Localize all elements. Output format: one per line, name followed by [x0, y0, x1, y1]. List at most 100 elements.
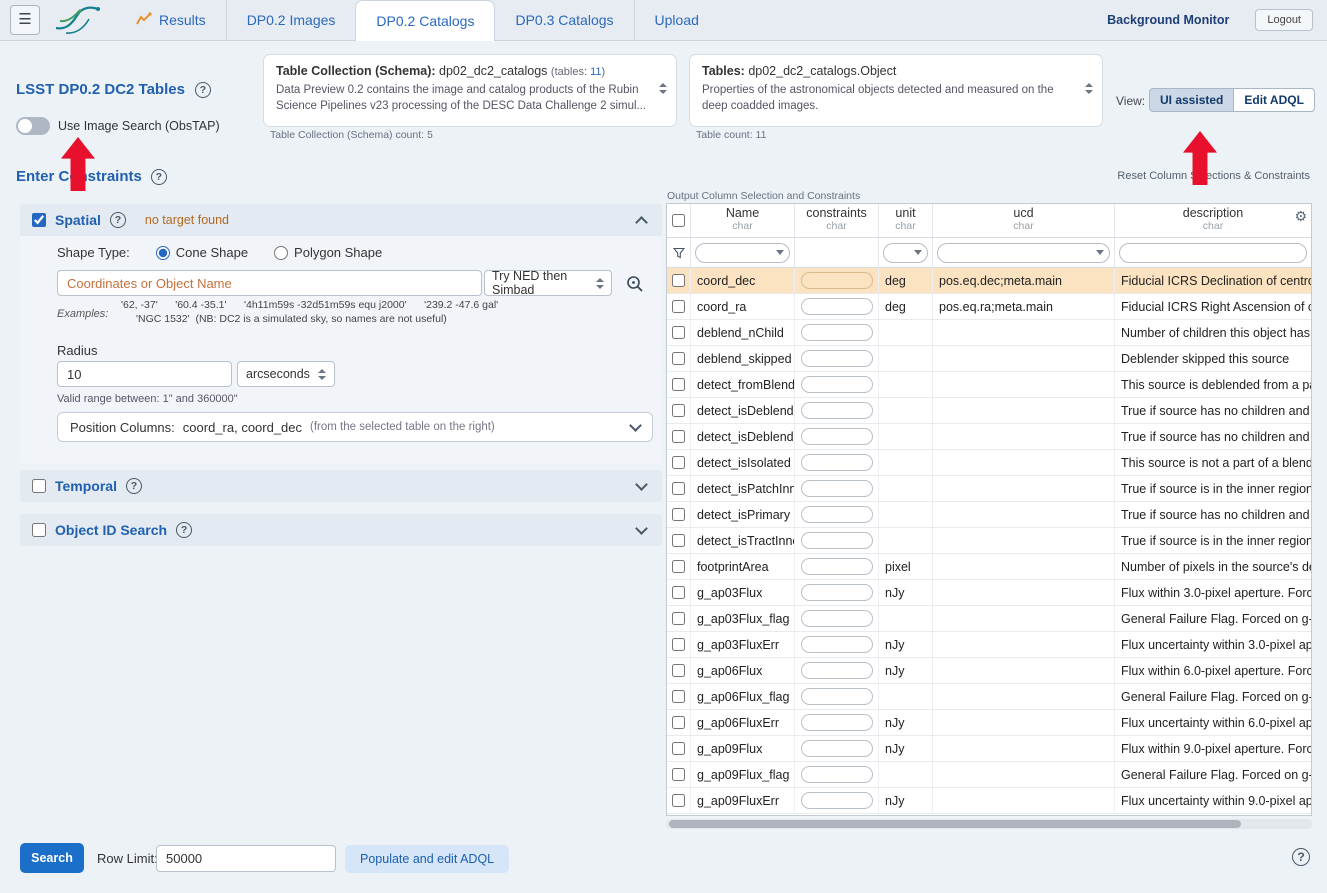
reset-column-selections-link[interactable]: Reset Column Selections & Constraints: [1117, 170, 1310, 182]
populate-adql-button[interactable]: Populate and edit ADQL: [345, 845, 509, 873]
column-select-checkbox[interactable]: [672, 508, 685, 521]
table-settings-gear-icon[interactable]: ⚙: [1294, 209, 1307, 223]
column-row[interactable]: detect_isIsolated This source is not a p…: [667, 450, 1311, 476]
column-row[interactable]: detect_isDeblende True if source has no …: [667, 424, 1311, 450]
table-horizontal-scrollbar[interactable]: [666, 819, 1312, 829]
column-row[interactable]: detect_fromBlend This source is deblende…: [667, 372, 1311, 398]
column-constraint-input[interactable]: [801, 610, 873, 627]
column-row[interactable]: coord_dec deg pos.eq.dec;meta.main Fiduc…: [667, 268, 1311, 294]
tab-upload[interactable]: Upload: [634, 0, 719, 40]
column-select-checkbox[interactable]: [672, 274, 685, 287]
page-help-icon[interactable]: ?: [1292, 848, 1310, 866]
column-constraint-input[interactable]: [801, 584, 873, 601]
column-select-checkbox[interactable]: [672, 352, 685, 365]
schema-selector-card[interactable]: Table Collection (Schema): dp02_dc2_cata…: [263, 54, 677, 127]
column-row[interactable]: g_ap09FluxErr nJy Flux uncertainty withi…: [667, 788, 1311, 814]
column-row[interactable]: g_ap03Flux nJy Flux within 3.0-pixel ape…: [667, 580, 1311, 606]
column-constraint-input[interactable]: [801, 558, 873, 575]
coordinates-input[interactable]: [57, 270, 482, 296]
column-constraint-input[interactable]: [801, 402, 873, 419]
object-id-section-header[interactable]: Object ID Search ?: [20, 514, 662, 546]
column-select-checkbox[interactable]: [672, 300, 685, 313]
column-select-checkbox[interactable]: [672, 378, 685, 391]
column-constraint-input[interactable]: [801, 298, 873, 315]
row-limit-input[interactable]: [156, 845, 336, 872]
tab-dp02-images[interactable]: DP0.2 Images: [226, 0, 356, 40]
column-constraint-input[interactable]: [801, 792, 873, 809]
column-constraint-input[interactable]: [801, 480, 873, 497]
column-constraint-input[interactable]: [801, 688, 873, 705]
column-constraint-input[interactable]: [801, 662, 873, 679]
column-row[interactable]: g_ap03Flux_flag General Failure Flag. Fo…: [667, 606, 1311, 632]
resolve-search-button[interactable]: [621, 270, 648, 297]
column-select-checkbox[interactable]: [672, 586, 685, 599]
table-selector-card[interactable]: Tables: dp02_dc2_catalogs.Object Propert…: [689, 54, 1103, 127]
spatial-checkbox[interactable]: [32, 213, 46, 227]
column-select-checkbox[interactable]: [672, 768, 685, 781]
tab-dp02-catalogs[interactable]: DP0.2 Catalogs: [355, 0, 495, 41]
tab-dp03-catalogs[interactable]: DP0.3 Catalogs: [495, 0, 633, 40]
column-constraint-input[interactable]: [801, 532, 873, 549]
column-select-checkbox[interactable]: [672, 638, 685, 651]
column-constraint-input[interactable]: [801, 740, 873, 757]
tab-results[interactable]: Results: [116, 0, 226, 40]
column-row[interactable]: coord_ra deg pos.eq.ra;meta.main Fiducia…: [667, 294, 1311, 320]
help-icon[interactable]: ?: [176, 522, 192, 538]
ucd-filter-input[interactable]: [937, 243, 1110, 263]
help-icon[interactable]: ?: [151, 169, 167, 185]
schema-stepper-icon[interactable]: [659, 83, 667, 94]
menu-button[interactable]: ☰: [10, 5, 40, 35]
logout-button[interactable]: Logout: [1255, 9, 1313, 31]
column-constraint-input[interactable]: [801, 506, 873, 523]
scrollbar-thumb[interactable]: [669, 820, 1241, 828]
image-search-toggle[interactable]: [16, 117, 50, 135]
column-select-checkbox[interactable]: [672, 326, 685, 339]
temporal-checkbox[interactable]: [32, 479, 46, 493]
background-monitor-button[interactable]: Background Monitor: [1107, 13, 1229, 27]
column-row[interactable]: g_ap06Flux nJy Flux within 6.0-pixel ape…: [667, 658, 1311, 684]
column-select-checkbox[interactable]: [672, 430, 685, 443]
cone-shape-radio-input[interactable]: [156, 246, 170, 260]
column-constraint-input[interactable]: [801, 350, 873, 367]
column-constraint-input[interactable]: [801, 324, 873, 341]
select-all-checkbox[interactable]: [672, 214, 685, 227]
view-edit-adql-button[interactable]: Edit ADQL: [1233, 88, 1315, 112]
column-constraint-input[interactable]: [801, 636, 873, 653]
column-constraint-input[interactable]: [801, 428, 873, 445]
polygon-shape-radio-input[interactable]: [274, 246, 288, 260]
column-select-checkbox[interactable]: [672, 612, 685, 625]
column-constraint-input[interactable]: [801, 714, 873, 731]
help-icon[interactable]: ?: [195, 82, 211, 98]
column-row[interactable]: g_ap03FluxErr nJy Flux uncertainty withi…: [667, 632, 1311, 658]
column-row[interactable]: detect_isTractInne True if source is in …: [667, 528, 1311, 554]
chevron-down-icon[interactable]: [635, 522, 648, 535]
column-select-checkbox[interactable]: [672, 560, 685, 573]
column-select-checkbox[interactable]: [672, 690, 685, 703]
column-select-checkbox[interactable]: [672, 664, 685, 677]
column-row[interactable]: g_ap06FluxErr nJy Flux uncertainty withi…: [667, 710, 1311, 736]
column-row[interactable]: detect_isPrimary True if source has no c…: [667, 502, 1311, 528]
column-row[interactable]: g_ap06Flux_flag General Failure Flag. Fo…: [667, 684, 1311, 710]
column-row[interactable]: footprintArea pixel Number of pixels in …: [667, 554, 1311, 580]
temporal-section-header[interactable]: Temporal ?: [20, 470, 662, 502]
resolver-select[interactable]: Try NED then Simbad: [484, 270, 612, 296]
help-icon[interactable]: ?: [110, 212, 126, 228]
column-row[interactable]: deblend_nChild Number of children this o…: [667, 320, 1311, 346]
column-select-checkbox[interactable]: [672, 794, 685, 807]
column-constraint-input[interactable]: [801, 454, 873, 471]
column-select-checkbox[interactable]: [672, 456, 685, 469]
spatial-section-header[interactable]: Spatial ? no target found: [20, 204, 662, 236]
position-columns-dropdown[interactable]: Position Columns: coord_ra, coord_dec (f…: [57, 412, 653, 442]
column-constraint-input[interactable]: [801, 272, 873, 289]
search-button[interactable]: Search: [20, 843, 84, 873]
column-select-checkbox[interactable]: [672, 404, 685, 417]
column-row[interactable]: detect_isPatchInn True if source is in t…: [667, 476, 1311, 502]
name-filter-input[interactable]: [695, 243, 790, 263]
column-row[interactable]: g_ap09Flux_flag General Failure Flag. Fo…: [667, 762, 1311, 788]
filter-funnel-cell[interactable]: [667, 238, 691, 267]
column-select-checkbox[interactable]: [672, 534, 685, 547]
view-ui-assisted-button[interactable]: UI assisted: [1149, 88, 1233, 112]
column-constraint-input[interactable]: [801, 376, 873, 393]
column-constraint-input[interactable]: [801, 766, 873, 783]
chevron-down-icon[interactable]: [635, 478, 648, 491]
